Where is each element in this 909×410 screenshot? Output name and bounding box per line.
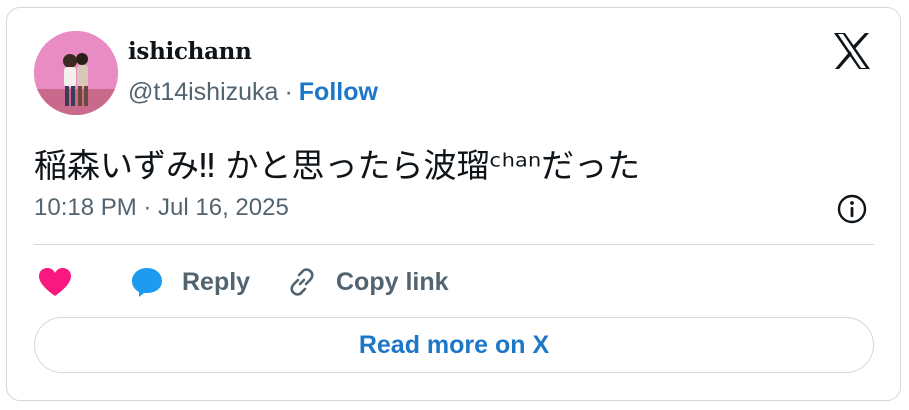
display-name[interactable]: ishichann: [128, 38, 252, 65]
avatar[interactable]: [34, 31, 118, 115]
read-more-button[interactable]: Read more on X: [34, 317, 874, 373]
reply-label: Reply: [182, 267, 251, 296]
heart-icon: [38, 267, 72, 297]
copy-link-button[interactable]: Copy link: [286, 262, 449, 302]
link-icon: [286, 266, 336, 298]
copy-link-label: Copy link: [336, 267, 449, 296]
handle[interactable]: @t14ishizuka: [128, 78, 278, 106]
reply-bubble-icon: [130, 266, 182, 298]
info-icon[interactable]: [836, 193, 868, 225]
timestamp-link[interactable]: 10:18 PM · Jul 16, 2025: [34, 194, 289, 222]
like-button[interactable]: [38, 262, 72, 302]
handle-row: @t14ishizuka · Follow: [128, 78, 378, 107]
x-logo-icon[interactable]: [832, 31, 872, 71]
reply-button[interactable]: Reply: [130, 262, 250, 302]
tweet-text: 稲森いずみ‼︎ かと思ったら波瑠ᶜʰᵃⁿだった: [34, 146, 641, 185]
separator-dot: ·: [284, 78, 293, 106]
divider: [34, 244, 874, 245]
follow-button[interactable]: Follow: [299, 78, 378, 106]
